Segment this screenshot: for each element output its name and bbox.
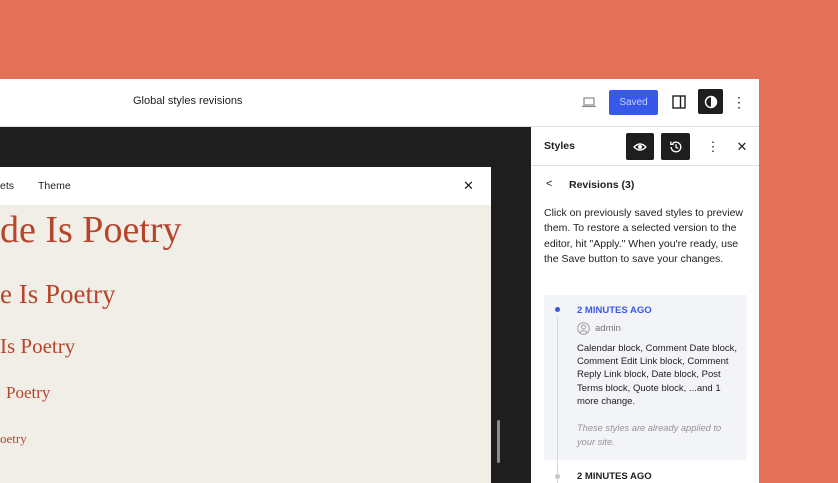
tab-theme[interactable]: Theme: [38, 180, 71, 192]
heading-level-1: de Is Poetry: [0, 209, 182, 251]
revision-applied-note: These styles are already applied to your…: [577, 423, 722, 447]
eye-icon: [633, 142, 647, 151]
revisions-title: Revisions (3): [569, 179, 635, 191]
sidebar-more-button[interactable]: ⋮: [706, 133, 720, 160]
revision-changes: Calendar block, Comment Date block, Comm…: [577, 343, 737, 407]
revision-dot: [555, 307, 560, 312]
heading-level-4: Poetry: [6, 383, 51, 402]
history-icon: [669, 141, 681, 152]
revision-time: 2 MINUTES AGO: [577, 305, 652, 316]
saved-button[interactable]: Saved: [609, 90, 658, 115]
settings-panel-toggle[interactable]: [668, 90, 690, 114]
heading-level-3: Is Poetry: [0, 334, 76, 358]
sidebar-close-button[interactable]: ✕: [734, 133, 750, 160]
heading-level-2: e Is Poetry: [0, 279, 116, 309]
options-menu-button[interactable]: ⋮: [731, 90, 747, 114]
styles-sidebar: Styles ⋮ ✕ < Revisions (3) Click on prev…: [531, 127, 759, 483]
sidebar-header: Styles ⋮ ✕: [531, 127, 759, 166]
close-style-book-button[interactable]: ✕: [463, 178, 474, 194]
revision-item-selected[interactable]: 2 MINUTES AGO admin Calendar block, Comm…: [544, 295, 747, 460]
laptop-icon: [582, 97, 596, 108]
device-preview-button[interactable]: [578, 91, 600, 113]
user-avatar-icon: [577, 322, 590, 335]
document-title: Global styles revisions: [133, 95, 243, 107]
editor-canvas: ets Theme ✕ de Is Poetry e Is Poetry Is …: [0, 127, 531, 483]
revision-timeline: [557, 460, 558, 483]
revisions-button[interactable]: [661, 133, 690, 160]
sidebar-panel-icon: [672, 95, 686, 109]
styles-toggle-button[interactable]: [698, 89, 723, 114]
revision-author: admin: [577, 322, 621, 335]
half-circle-icon: [704, 95, 717, 108]
revisions-description: Click on previously saved styles to prev…: [544, 207, 743, 266]
revision-time[interactable]: 2 MINUTES AGO: [577, 471, 652, 482]
style-book-button[interactable]: [626, 133, 654, 160]
top-toolbar: Global styles revisions Saved ⋮: [0, 79, 759, 127]
tab-blocks[interactable]: ets: [0, 180, 14, 192]
style-book-preview: ets Theme ✕ de Is Poetry e Is Poetry Is …: [0, 167, 491, 483]
revision-author-name: admin: [595, 323, 621, 334]
editor-window: Global styles revisions Saved ⋮ ets Them…: [0, 79, 759, 483]
canvas-scrollbar[interactable]: [497, 420, 500, 463]
heading-level-5: oetry: [0, 431, 27, 446]
revision-timeline: [557, 317, 558, 460]
style-book-tabs: ets Theme ✕: [0, 167, 491, 205]
sidebar-title: Styles: [544, 140, 575, 152]
chevron-left-icon[interactable]: <: [546, 178, 552, 190]
revision-dot: [555, 474, 560, 479]
